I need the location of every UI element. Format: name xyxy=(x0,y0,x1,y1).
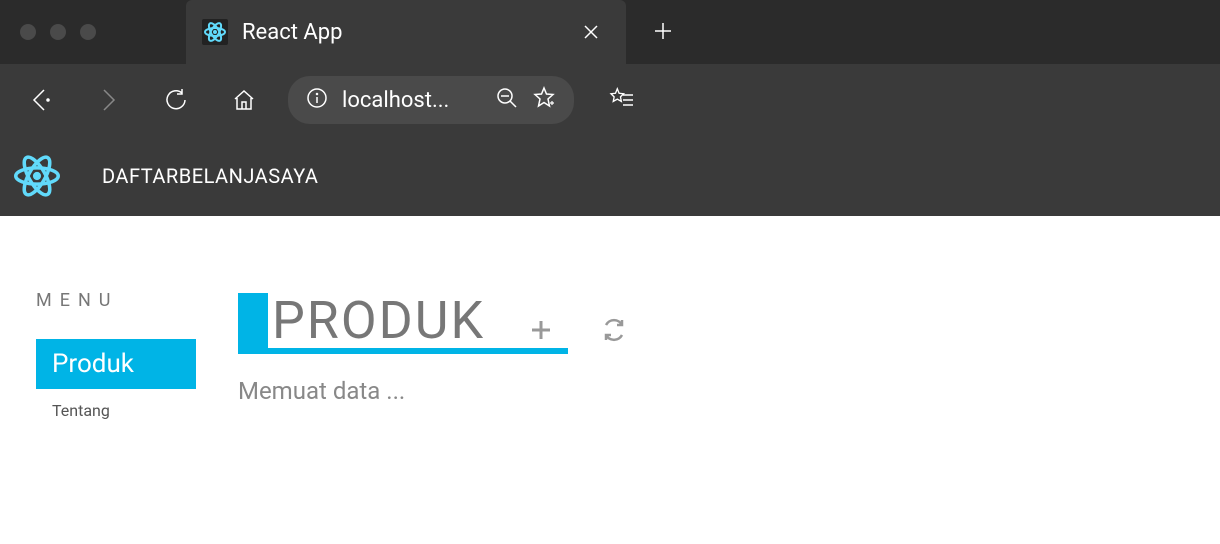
address-bar[interactable]: localhost... xyxy=(288,76,574,124)
loading-status: Memuat data ... xyxy=(238,377,1220,405)
address-url: localhost... xyxy=(342,88,482,113)
new-tab-button[interactable] xyxy=(654,17,672,47)
title-block: PRODUK xyxy=(238,290,489,351)
page-header: PRODUK xyxy=(238,290,1220,351)
window-controls xyxy=(20,24,96,40)
content-area: MENU Produk Tentang PRODUK xyxy=(0,216,1220,432)
refresh-data-button[interactable] xyxy=(601,317,627,343)
tab-close-button[interactable] xyxy=(580,16,602,48)
header-actions xyxy=(529,317,627,351)
back-button[interactable] xyxy=(10,72,70,128)
add-button[interactable] xyxy=(529,318,553,342)
browser-tab[interactable]: React App xyxy=(186,0,626,64)
tab-title: React App xyxy=(242,20,566,45)
app-navbar: DAFTARBELANJASAYA xyxy=(0,136,1220,216)
forward-button[interactable] xyxy=(78,72,138,128)
sidebar: MENU Produk Tentang xyxy=(36,290,196,432)
page-title: PRODUK xyxy=(268,290,489,351)
sidebar-item-produk[interactable]: Produk xyxy=(36,339,196,389)
title-accent-bar xyxy=(238,293,268,351)
favorite-add-icon[interactable] xyxy=(532,86,556,114)
sidebar-item-label: Produk xyxy=(52,349,134,379)
site-info-icon[interactable] xyxy=(306,87,328,113)
app-title: DAFTARBELANJASAYA xyxy=(102,164,318,188)
sidebar-item-label: Tentang xyxy=(52,401,110,420)
menu-heading: MENU xyxy=(36,290,196,311)
refresh-button[interactable] xyxy=(146,72,206,128)
title-underline xyxy=(238,348,568,354)
browser-toolbar: localhost... xyxy=(0,64,1220,136)
main-panel: PRODUK Memuat data ... xyxy=(238,290,1220,432)
window-close-button[interactable] xyxy=(20,24,36,40)
browser-titlebar: React App xyxy=(0,0,1220,64)
app-logo-icon xyxy=(8,147,66,205)
home-button[interactable] xyxy=(214,72,274,128)
collections-button[interactable] xyxy=(592,72,652,128)
window-minimize-button[interactable] xyxy=(50,24,66,40)
sidebar-item-tentang[interactable]: Tentang xyxy=(36,395,196,426)
window-maximize-button[interactable] xyxy=(80,24,96,40)
zoom-out-icon[interactable] xyxy=(496,87,518,113)
react-favicon xyxy=(202,19,228,45)
page-content: DAFTARBELANJASAYA MENU Produk Tentang PR… xyxy=(0,136,1220,544)
